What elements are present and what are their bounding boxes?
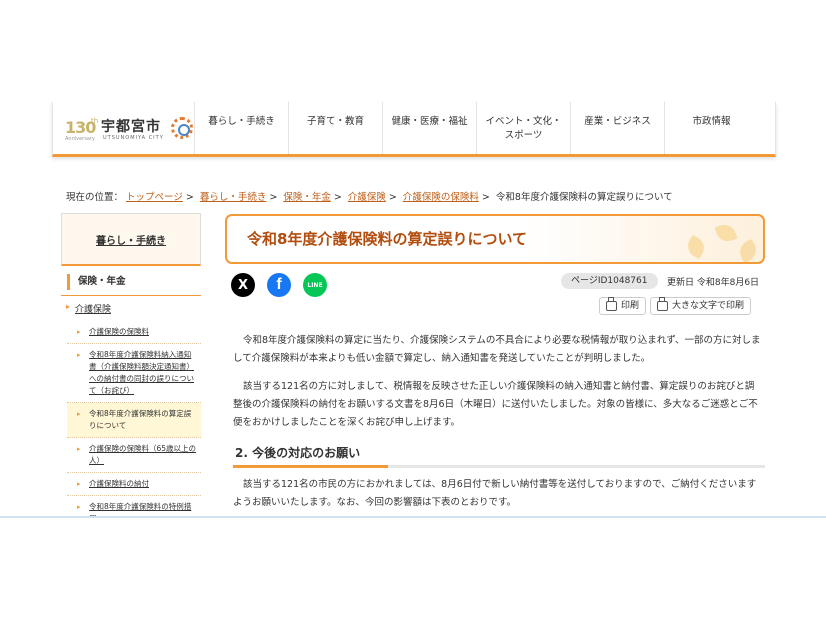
nav-item-business[interactable]: 産業・ビジネス (570, 102, 664, 154)
anniversary-suffix: th (91, 117, 99, 125)
browser-viewport: 130 th Anniversary 宇都宮市 UTSUNOMIYA CITY … (0, 102, 826, 518)
breadcrumb-link-premium[interactable]: 介護保険の保険料 (403, 192, 479, 203)
city-logo[interactable]: 130 th Anniversary 宇都宮市 UTSUNOMIYA CITY (65, 114, 197, 144)
ginkgo-leaf-icon (735, 238, 761, 262)
sidebar-link[interactable]: 介護保険の保険料 (67, 321, 201, 344)
printer-icon (606, 297, 617, 311)
site-header: 130 th Anniversary 宇都宮市 UTSUNOMIYA CITY … (52, 102, 776, 157)
x-share-icon[interactable]: X (231, 273, 255, 297)
section-heading-text: 2. 今後の対応のお願い (235, 446, 361, 460)
facebook-share-icon[interactable]: f (267, 273, 291, 297)
breadcrumb-link-living[interactable]: 暮らし・手続き (200, 192, 267, 203)
breadcrumb-link-insurance[interactable]: 保険・年金 (283, 192, 331, 203)
city-emblem-icon (171, 117, 193, 139)
sidebar-link[interactable]: 介護保険料の納付 (67, 473, 201, 496)
print-button[interactable]: 印刷 (599, 297, 647, 315)
body-paragraph-2: 該当する121名の方に対しまして、税情報を反映させた正しい介護保険料の納入通知書… (233, 381, 758, 428)
updated-date: 更新日 令和8年8月6日 (667, 278, 760, 288)
line-share-icon[interactable]: LINE (303, 273, 327, 297)
printer-icon (657, 297, 668, 311)
breadcrumb-link-care[interactable]: 介護保険 (348, 192, 386, 203)
section-heading: 2. 今後の対応のお願い (233, 442, 765, 468)
sidebar: 暮らし・手続き 保険・年金 介護保険 介護保険の保険料 令和8年度介護保険料納入… (61, 213, 201, 516)
page-title: 令和8年度介護保険料の算定誤りについて (247, 230, 527, 248)
large-print-button[interactable]: 大きな文字で印刷 (650, 297, 752, 315)
breadcrumb-current: 令和8年度介護保険料の算定誤りについて (495, 192, 673, 203)
breadcrumb-prefix: 現在の位置： (66, 192, 124, 203)
large-print-label: 大きな文字で印刷 (672, 301, 745, 311)
nav-item-health[interactable]: 健康・医療・福祉 (382, 102, 476, 154)
ginkgo-leaf-icon (683, 234, 709, 260)
body-paragraph-3: 該当する121名の市民の方におかれましては、8月6日付で新しい納付書等を送付して… (233, 479, 757, 508)
sidebar-link-current[interactable]: 令和8年度介護保険料の算定誤りについて (67, 403, 201, 438)
sidebar-sub-care[interactable]: 介護保険 (61, 296, 201, 321)
nav-item-living[interactable]: 暮らし・手続き (194, 102, 288, 154)
sidebar-link[interactable]: 令和8年度介護保険料の特例措置 (67, 496, 201, 516)
global-nav: 暮らし・手続き 子育て・教育 健康・医療・福祉 イベント・文化・スポーツ 産業・… (194, 102, 758, 154)
sidebar-link[interactable]: 介護保険の保険料（65歳以上の人） (67, 438, 201, 473)
nav-item-childcare[interactable]: 子育て・教育 (288, 102, 382, 154)
nav-item-events[interactable]: イベント・文化・スポーツ (476, 102, 570, 154)
page-id-badge: ページID1048761 (561, 273, 658, 289)
sidebar-heading[interactable]: 暮らし・手続き (61, 213, 201, 266)
nav-item-city-info[interactable]: 市政情報 (664, 102, 758, 154)
breadcrumb: 現在の位置： トップページ > 暮らし・手続き > 保険・年金 > 介護保険 > 介護保… (66, 192, 673, 203)
sidebar-category[interactable]: 保険・年金 (67, 274, 201, 290)
page-title-box: 令和8年度介護保険料の算定誤りについて (225, 214, 765, 264)
print-label: 印刷 (621, 301, 640, 311)
anniversary-label: Anniversary (65, 136, 95, 142)
body-paragraph-1: 令和8年度介護保険料の算定に当たり、介護保険システムの不具合により必要な税情報が… (233, 335, 761, 364)
city-name-en: UTSUNOMIYA CITY (103, 135, 164, 141)
ginkgo-leaf-icon (714, 221, 738, 245)
breadcrumb-link-top[interactable]: トップページ (126, 192, 183, 203)
city-name-jp: 宇都宮市 (101, 119, 161, 135)
sidebar-link[interactable]: 令和8年度介護保険料納入通知書（介護保険料額決定通知書）への納付書の同封の誤りに… (67, 344, 201, 403)
share-buttons: X f LINE (231, 273, 327, 297)
